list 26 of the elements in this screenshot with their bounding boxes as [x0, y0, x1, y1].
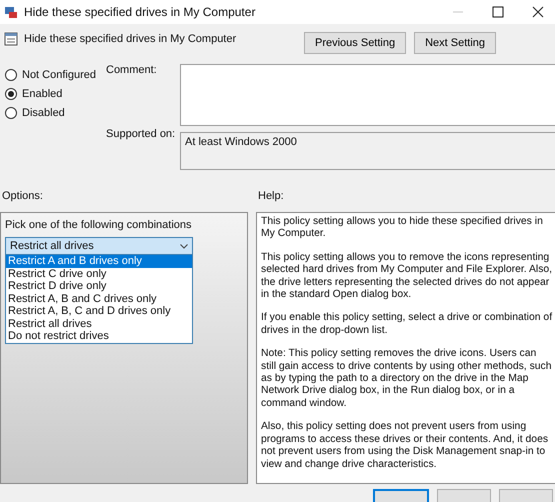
dropdown-option[interactable]: Restrict all drives: [6, 318, 192, 330]
nav-button[interactable]: Next Setting: [414, 32, 496, 54]
window-title: Hide these specified drives in My Computer: [24, 5, 256, 19]
comment-label: Comment:: [106, 64, 158, 76]
help-paragraph: This policy setting allows you to remove the icons representing selected hard drives from My Computer and File Explorer. Also, the drive letters representing the selected drives do not appear in the standard Open dialog box.: [261, 252, 554, 302]
options-prompt: Pick one of the following combinations: [5, 219, 192, 231]
supported-on-field: At least Windows 2000: [180, 132, 555, 170]
drives-dropdown[interactable]: Restrict all drives: [5, 237, 193, 255]
dropdown-option[interactable]: Restrict D drive only: [6, 280, 192, 292]
setting-title: Hide these specified drives in My Computer: [24, 33, 236, 45]
help-paragraph: If you enable this policy setting, select a drive or combination of drives in the drop-down list.: [261, 312, 554, 338]
nav-button[interactable]: Previous Setting: [304, 32, 406, 54]
options-label: Options:: [2, 190, 44, 202]
help-paragraph: This policy setting allows you to hide these specified drives in My Computer.: [261, 216, 544, 241]
supported-label: Supported on:: [106, 128, 176, 140]
radio-button[interactable]: Not Configured: [5, 69, 106, 81]
help-paragraph: Note: This policy setting removes the drive icons. Users can still gain access to drive contents by using other methods, such as by typing the path to a directory on the drive in the Map Network Drive dialog box, in the Run dialog box, or in a command window.: [261, 348, 553, 410]
dropdown-option[interactable]: Restrict A and B drives only: [6, 255, 192, 268]
radio-button[interactable]: Enabled: [5, 88, 106, 100]
help-label: Help:: [258, 190, 285, 202]
dropdown-option[interactable]: Do not restrict drives: [6, 330, 192, 342]
help-paragraph: Also, this policy setting does not prevent users from using programs to access these drives or their contents. And, it does not prevent users from using the Disk Management snap-in to view and change drive characteristics.: [261, 421, 550, 471]
dropdown-option[interactable]: Restrict A, B, C and D drives only: [6, 305, 192, 318]
radio-button[interactable]: Disabled: [5, 107, 106, 119]
dropdown-option[interactable]: Restrict C drive only: [6, 268, 192, 280]
dropdown-option[interactable]: Restrict A, B and C drives only: [6, 292, 192, 305]
